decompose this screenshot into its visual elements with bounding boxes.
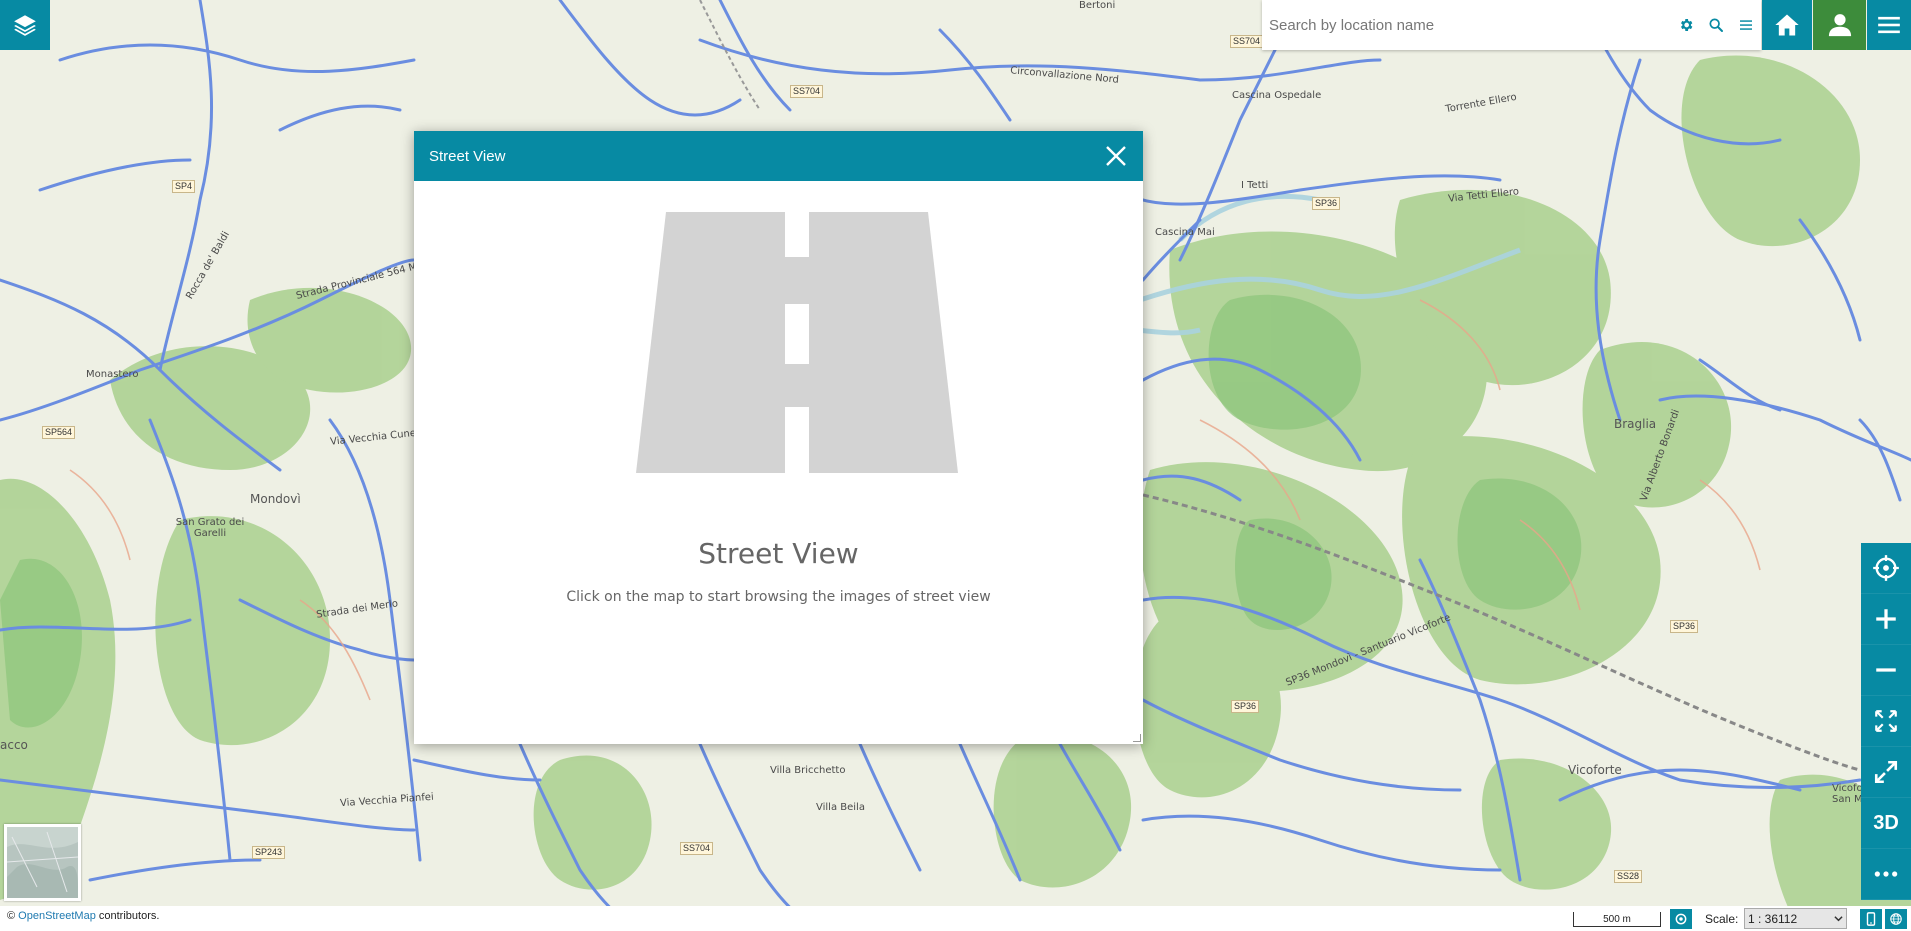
place-label: Mondovì: [250, 492, 301, 506]
globe-icon: [1890, 913, 1902, 925]
attribution-prefix: ©: [7, 910, 19, 922]
locate-button[interactable]: [1861, 543, 1911, 594]
mobile-view-button[interactable]: [1860, 909, 1882, 929]
road-icon: [636, 212, 958, 473]
map-tools-toolbar: 3D: [1861, 543, 1911, 900]
user-icon: [1828, 14, 1851, 37]
place-label: Bertoni: [1079, 0, 1116, 11]
list-icon: [1740, 20, 1752, 30]
road-shield: SP36: [1312, 197, 1341, 210]
home-icon: [1775, 14, 1799, 36]
dialog-body: Street View Click on the map to start br…: [414, 181, 1143, 744]
status-bar: © OpenStreetMap contributors. 500 m Scal…: [0, 906, 1911, 931]
plus-icon: [1876, 609, 1896, 629]
place-label: Monastero: [86, 369, 139, 380]
ellipsis-icon: [1874, 871, 1898, 877]
minimap-image: [7, 827, 78, 898]
zoom-to-extent-button[interactable]: [1861, 696, 1911, 747]
openstreetmap-link[interactable]: OpenStreetMap: [18, 910, 96, 922]
place-label: Villa Beila: [816, 802, 865, 813]
close-button[interactable]: [1103, 143, 1129, 169]
search-input[interactable]: [1262, 0, 1671, 50]
user-button[interactable]: [1813, 0, 1866, 50]
scale-label: Scale:: [1705, 912, 1739, 926]
more-tools-button[interactable]: [1861, 849, 1911, 900]
search-settings-button[interactable]: [1671, 0, 1701, 50]
place-label: Cascina Mai: [1155, 227, 1215, 238]
scale-select[interactable]: 1 : 36112: [1744, 908, 1847, 929]
attribution-suffix: contributors.: [95, 910, 160, 922]
zoom-in-button[interactable]: [1861, 594, 1911, 645]
target-icon: [1675, 913, 1687, 925]
phone-icon: [1866, 912, 1876, 926]
expand-icon: [1874, 760, 1898, 784]
map-attribution: © OpenStreetMap contributors.: [7, 910, 159, 922]
hamburger-icon: [1878, 16, 1900, 34]
search-bar: [1262, 0, 1761, 50]
3d-label: 3D: [1873, 811, 1899, 834]
scale-value: 1 : 36112: [1748, 911, 1798, 926]
place-label: acco: [0, 738, 28, 752]
dialog-header[interactable]: Street View: [414, 131, 1143, 181]
zoom-out-button[interactable]: [1861, 645, 1911, 696]
gear-icon: [1681, 19, 1693, 31]
place-label: I Tetti: [1241, 180, 1269, 191]
minus-icon: [1876, 668, 1896, 672]
place-label: Vicoforte: [1568, 763, 1622, 777]
road-shield: SP4: [172, 180, 196, 193]
extent-icon: [1875, 710, 1897, 732]
road-shield: SP36: [1231, 700, 1260, 713]
place-label: Braglia: [1614, 417, 1657, 431]
scale-bar: 500 m: [1573, 912, 1661, 927]
road-shield: SS28: [1614, 870, 1643, 883]
road-shield: SS704: [680, 842, 714, 855]
3d-button[interactable]: 3D: [1861, 798, 1911, 849]
dialog-instructions: Click on the map to start browsing the i…: [566, 589, 991, 605]
fullscreen-button[interactable]: [1861, 747, 1911, 798]
home-button[interactable]: [1762, 0, 1812, 50]
road-shield: SS704: [1230, 35, 1264, 48]
dialog-heading: Street View: [698, 537, 859, 570]
place-label: Cascina Ospedale: [1232, 90, 1322, 101]
chevron-down-icon: [1834, 916, 1843, 922]
street-view-dialog: Street View Street View Click on the map…: [414, 131, 1143, 744]
overview-minimap[interactable]: [4, 824, 81, 901]
menu-button[interactable]: [1867, 0, 1911, 50]
search-icon: [1709, 18, 1723, 32]
crosshair-icon: [1873, 555, 1899, 581]
road-shield: SP564: [42, 426, 76, 439]
close-icon: [1106, 146, 1126, 166]
search-options-button[interactable]: [1731, 0, 1761, 50]
dialog-title: Street View: [429, 147, 506, 165]
layers-button[interactable]: [0, 0, 50, 50]
place-label: Villa Bricchetto: [770, 765, 846, 776]
resize-handle[interactable]: [1133, 734, 1141, 742]
road-shield: SP36: [1670, 620, 1699, 633]
road-shield: SS704: [790, 85, 824, 98]
road-shield: SP243: [252, 846, 286, 859]
layers-icon: [14, 15, 36, 36]
language-button[interactable]: [1885, 909, 1907, 929]
recenter-button[interactable]: [1670, 909, 1692, 929]
place-label: San Grato dei Garelli: [175, 517, 245, 539]
search-button[interactable]: [1701, 0, 1731, 50]
